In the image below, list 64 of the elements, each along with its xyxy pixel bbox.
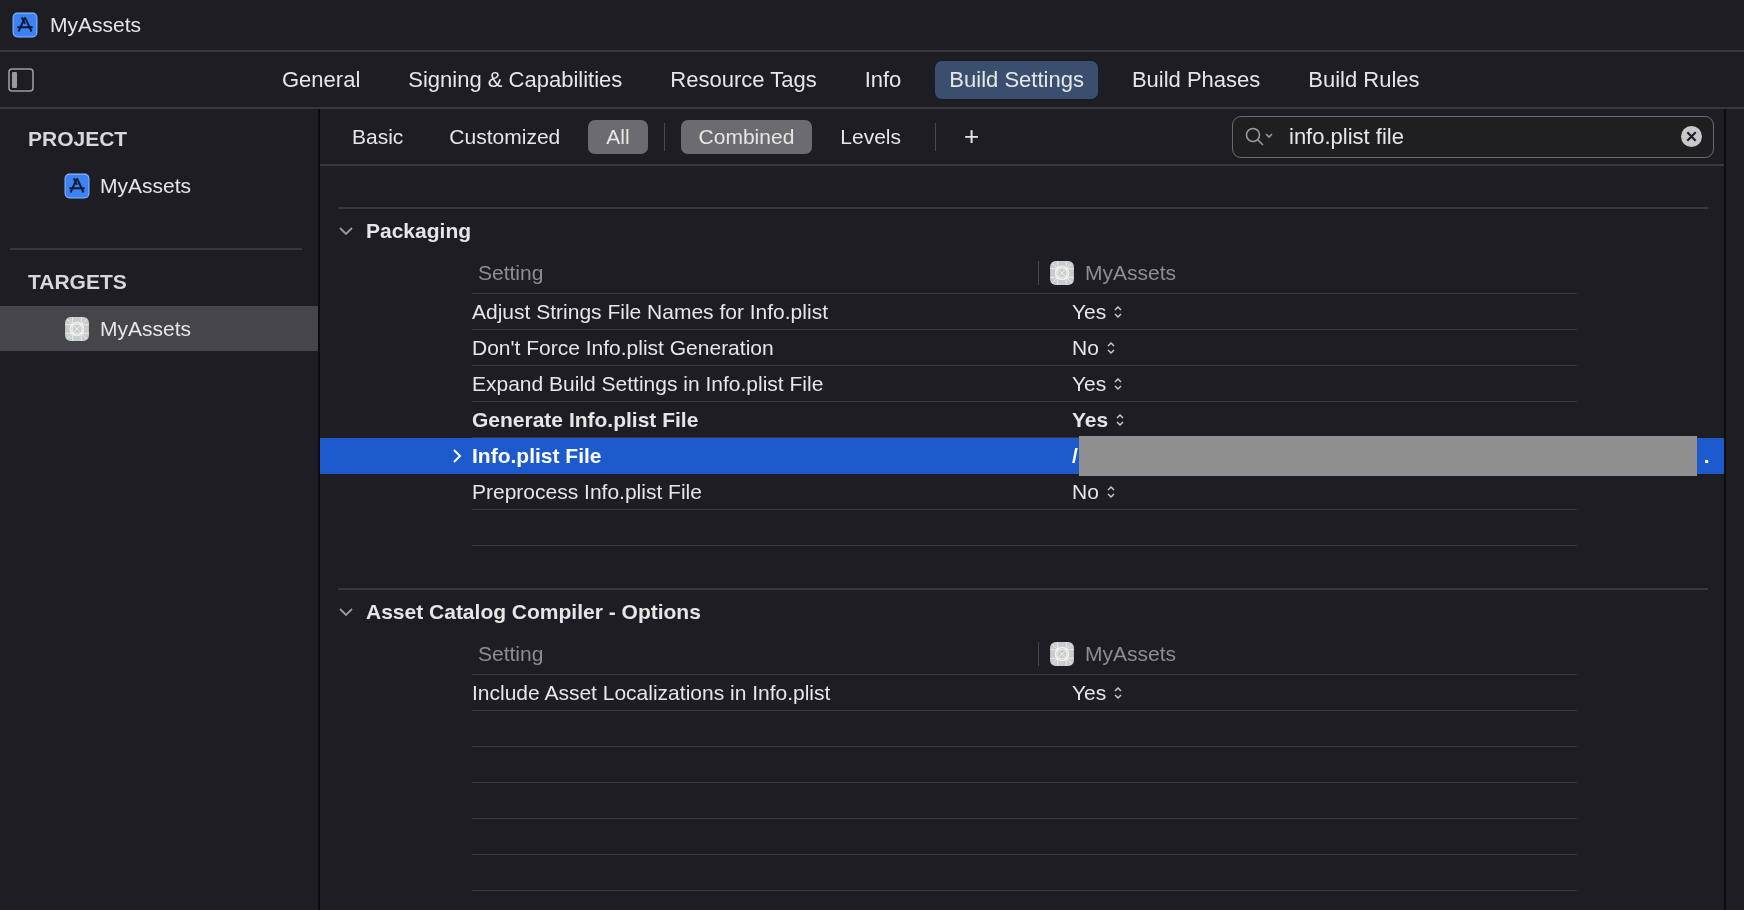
app-icon (64, 315, 90, 342)
setting-name: Don't Force Info.plist Generation (472, 335, 774, 360)
setting-row[interactable]: Don't Force Info.plist Generation No (472, 330, 1577, 366)
stepper-icon (1113, 684, 1124, 701)
setting-value: No (1072, 479, 1099, 504)
window-title: MyAssets (50, 13, 141, 37)
tab[interactable]: General (268, 60, 375, 99)
filter-button[interactable]: All (588, 119, 648, 154)
setting-value: Yes (1072, 371, 1107, 396)
setting-name: Adjust Strings File Names for Info.plist (472, 299, 828, 324)
column-header: MyAssets (1085, 642, 1176, 666)
setting-value: / (1072, 443, 1078, 468)
tab[interactable]: Resource Tags (656, 60, 831, 99)
setting-row[interactable]: Adjust Strings File Names for Info.plist Yes (472, 294, 1577, 330)
group-title: Asset Catalog Compiler - Options (366, 600, 701, 624)
setting-value: Yes (1072, 299, 1107, 324)
column-header: MyAssets (1085, 261, 1176, 285)
section-heading: PROJECT (27, 126, 129, 152)
setting-value: Yes (1072, 680, 1107, 705)
view-button[interactable]: Combined (680, 119, 813, 154)
tab[interactable]: Build Rules (1294, 60, 1434, 99)
sidebar-item[interactable]: MyAssets (0, 163, 318, 208)
clear-icon[interactable] (1681, 126, 1702, 147)
tab[interactable]: Signing & Capabilities (394, 60, 637, 99)
stepper-icon (1105, 339, 1116, 356)
search-field[interactable]: info.plist file (1232, 115, 1714, 158)
setting-row[interactable]: Include Asset Localizations in Info.plist Yes (472, 675, 1577, 711)
disclosure-icon[interactable] (338, 607, 354, 617)
filter-button[interactable]: Customized (431, 119, 579, 154)
setting-row[interactable]: Preprocess Info.plist File No (472, 474, 1577, 510)
sidebar-toggle-icon[interactable] (8, 67, 34, 92)
setting-row[interactable]: Info.plist File / . (320, 438, 1724, 474)
tab[interactable]: Build Phases (1117, 60, 1275, 99)
stepper-icon (1113, 303, 1124, 320)
stepper-icon (1113, 375, 1124, 392)
view-button[interactable]: Levels (822, 119, 920, 154)
column-header: Setting (472, 642, 1039, 666)
add-button[interactable]: + (952, 121, 992, 152)
stepper-icon (1115, 411, 1126, 428)
sidebar-item[interactable]: MyAssets (0, 306, 318, 351)
setting-value: . (1703, 443, 1710, 468)
filter-button[interactable]: Basic (334, 119, 422, 154)
tab[interactable]: Build Settings (935, 60, 1098, 99)
column-header: Setting (472, 261, 1039, 285)
item-label: MyAssets (100, 173, 191, 198)
setting-name: Include Asset Localizations in Info.plist (472, 680, 831, 705)
setting-name: Expand Build Settings in Info.plist File (472, 371, 824, 396)
disclosure-icon[interactable] (338, 226, 354, 236)
app-store-icon (64, 172, 90, 199)
item-label: MyAssets (100, 316, 191, 341)
app-icon (1049, 641, 1075, 667)
tab[interactable]: Info (850, 60, 916, 99)
app-store-icon (12, 12, 38, 38)
setting-name: Info.plist File (472, 443, 602, 468)
setting-value: No (1072, 335, 1099, 360)
stepper-icon (1105, 483, 1116, 500)
search-icon (1244, 125, 1274, 148)
app-icon (1049, 260, 1075, 286)
setting-value: Yes (1072, 407, 1109, 432)
group-title: Packaging (366, 219, 472, 243)
section-heading: TARGETS (27, 269, 128, 295)
setting-name: Generate Info.plist File (472, 407, 699, 432)
setting-row[interactable]: Expand Build Settings in Info.plist File Yes (472, 366, 1577, 402)
setting-name: Preprocess Info.plist File (472, 479, 702, 504)
